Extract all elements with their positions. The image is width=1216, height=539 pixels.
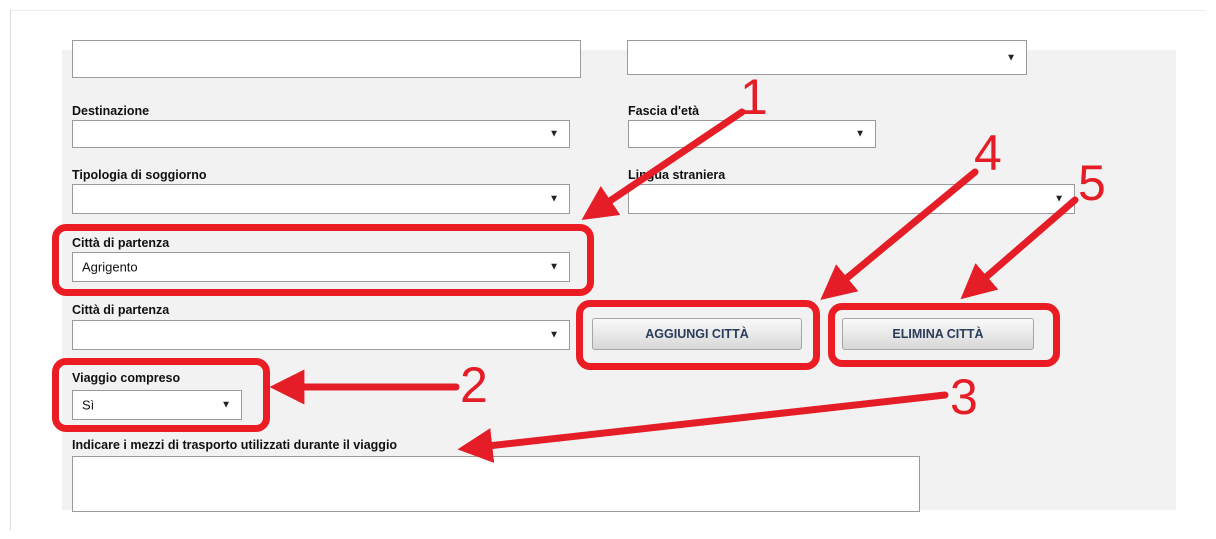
chevron-down-icon: ▼ — [549, 128, 559, 140]
highlight-citta-partenza — [52, 224, 594, 296]
tipologia-select[interactable]: ▼ — [72, 184, 570, 214]
citta-partenza-2-label: Città di partenza — [72, 303, 170, 317]
lingua-select[interactable]: ▼ — [628, 184, 1075, 214]
chevron-down-icon: ▼ — [1054, 193, 1064, 205]
top-select[interactable]: ▼ — [627, 40, 1027, 75]
chevron-down-icon: ▼ — [549, 329, 559, 341]
mezzi-trasporto-label: Indicare i mezzi di trasporto utilizzati… — [72, 438, 398, 452]
highlight-add-button — [576, 300, 820, 370]
annotation-number-1: 1 — [740, 69, 768, 125]
annotation-number-2: 2 — [460, 357, 488, 413]
destinazione-select[interactable]: ▼ — [72, 120, 570, 148]
chevron-down-icon: ▼ — [855, 128, 865, 140]
window-top-border — [10, 10, 1206, 11]
lingua-label: Lingua straniera — [628, 168, 726, 182]
highlight-viaggio-compreso — [52, 358, 270, 432]
annotation-number-3: 3 — [950, 369, 978, 425]
annotation-number-4: 4 — [974, 125, 1002, 181]
mezzi-trasporto-textarea[interactable] — [72, 456, 920, 512]
chevron-down-icon: ▼ — [549, 193, 559, 205]
tipologia-label: Tipologia di soggiorno — [72, 168, 207, 182]
annotation-number-5: 5 — [1078, 155, 1106, 211]
citta-partenza-2-select[interactable]: ▼ — [72, 320, 570, 350]
highlight-delete-button — [828, 303, 1060, 367]
top-text-field[interactable] — [72, 40, 581, 78]
chevron-down-icon: ▼ — [1006, 52, 1016, 63]
fascia-eta-label: Fascia d'età — [628, 104, 700, 118]
window-left-border — [10, 10, 11, 530]
destinazione-label: Destinazione — [72, 104, 150, 118]
